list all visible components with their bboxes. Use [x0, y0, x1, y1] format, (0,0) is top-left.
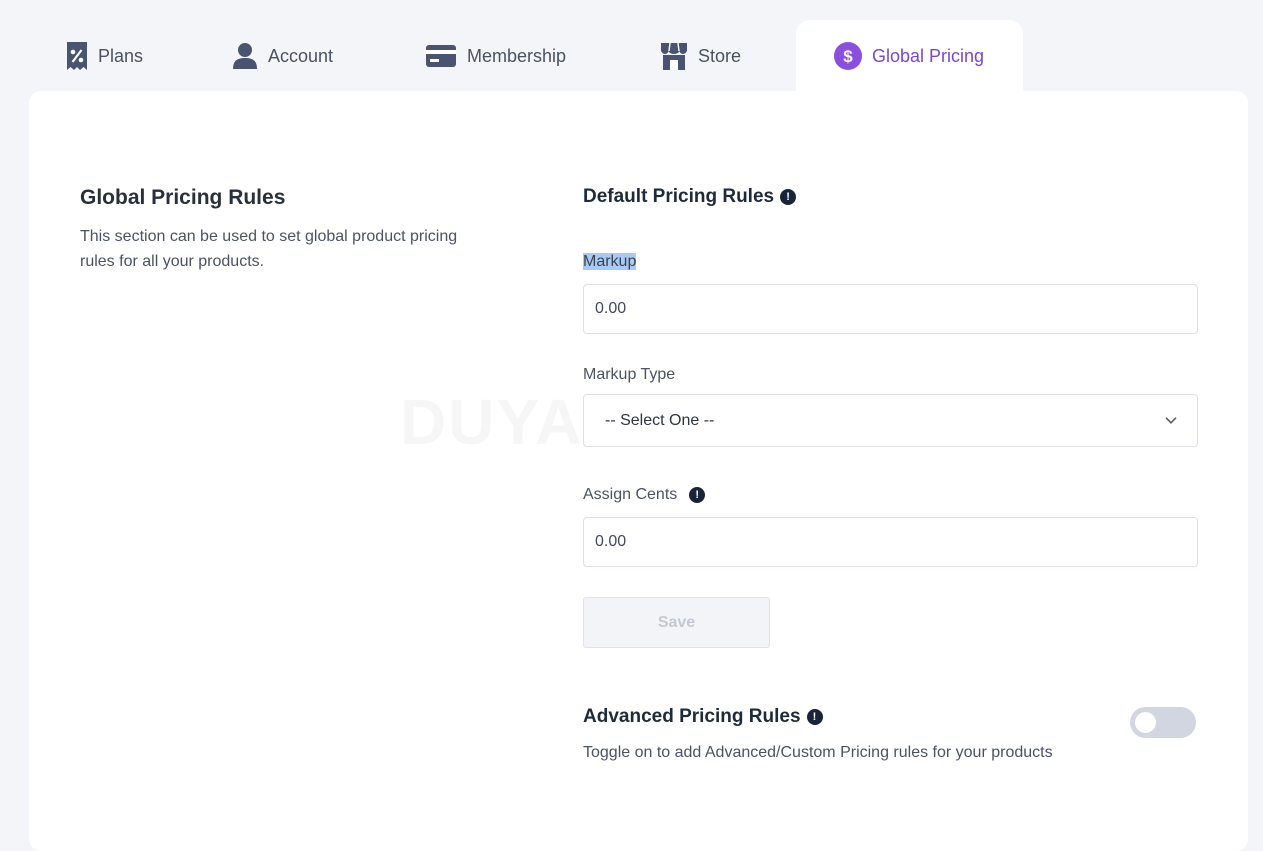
tab-label: Membership	[467, 45, 567, 66]
default-rules-title: Default Pricing Rules	[583, 186, 775, 207]
tab-account[interactable]: Account	[232, 20, 333, 92]
advanced-rules-title: Advanced Pricing Rules	[583, 706, 801, 727]
advanced-rules-toggle[interactable]	[1130, 707, 1196, 738]
tab-label: Global Pricing	[872, 45, 985, 66]
tab-store[interactable]: Store	[660, 20, 741, 92]
default-rules-heading: Default Pricing Rules !	[583, 186, 797, 208]
tab-label: Account	[268, 45, 334, 66]
section-heading: Global Pricing Rules	[80, 186, 286, 209]
info-icon[interactable]: !	[780, 189, 797, 205]
dollar-circle-icon: $	[834, 42, 862, 70]
info-icon[interactable]: !	[689, 487, 706, 503]
receipt-percent-icon	[66, 41, 88, 71]
store-icon	[660, 41, 688, 71]
tab-bar: Plans Account Membership Store $ Global …	[0, 0, 1263, 92]
markup-label-text: Markup	[583, 253, 637, 270]
markup-label: Markup	[583, 253, 637, 271]
tab-plans[interactable]: Plans	[66, 20, 143, 92]
info-icon[interactable]: !	[806, 709, 823, 725]
tab-membership[interactable]: Membership	[425, 20, 566, 92]
svg-text:$: $	[843, 47, 853, 66]
assign-cents-label-text: Assign Cents	[583, 486, 678, 503]
markup-type-selected: -- Select One --	[605, 411, 715, 429]
assign-cents-input[interactable]: 0.00	[583, 517, 1198, 567]
markup-type-select[interactable]: -- Select One --	[583, 394, 1198, 447]
markup-input-value: 0.00	[595, 300, 627, 317]
markup-input[interactable]: 0.00	[583, 284, 1198, 334]
save-button[interactable]: Save	[583, 597, 770, 648]
advanced-rules-heading: Advanced Pricing Rules !	[583, 706, 823, 728]
advanced-rules-description: Toggle on to add Advanced/Custom Pricing…	[583, 744, 1053, 761]
user-icon	[232, 42, 258, 70]
credit-card-icon	[425, 44, 457, 68]
assign-cents-label: Assign Cents !	[583, 486, 706, 504]
markup-type-label: Markup Type	[583, 366, 676, 383]
tab-global-pricing[interactable]: $ Global Pricing	[796, 20, 1023, 92]
tab-label: Plans	[98, 45, 144, 66]
section-description: This section can be used to set global p…	[80, 228, 458, 270]
chevron-down-icon	[1165, 412, 1177, 427]
toggle-knob	[1135, 712, 1156, 733]
tab-label: Store	[698, 45, 742, 66]
assign-cents-input-value: 0.00	[595, 533, 627, 550]
